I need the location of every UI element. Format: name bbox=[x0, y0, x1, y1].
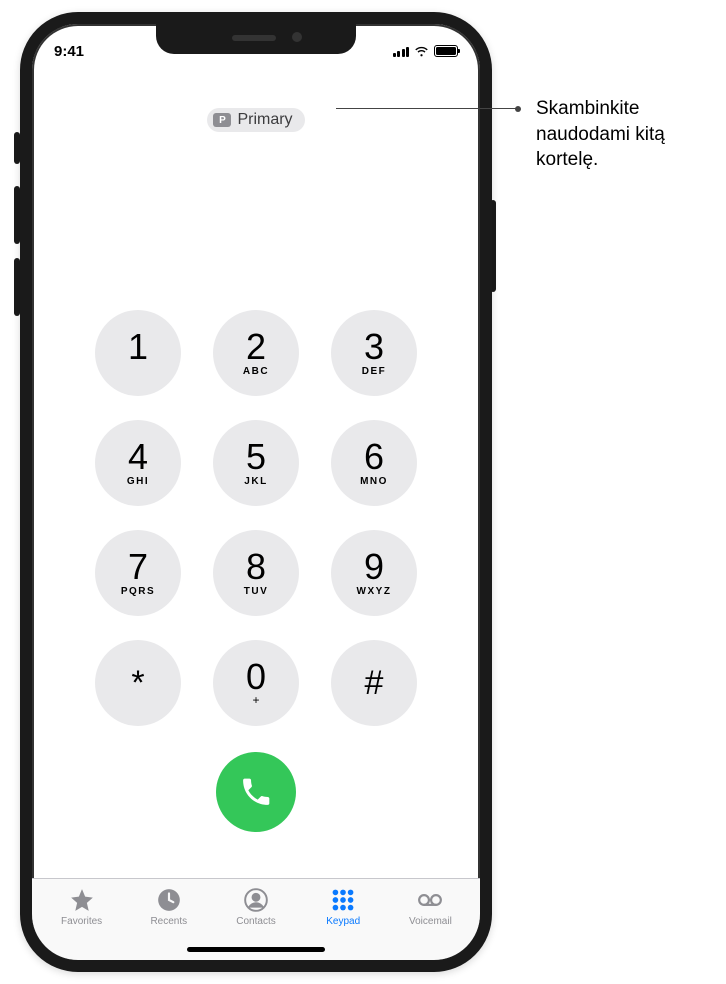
wifi-icon bbox=[414, 46, 429, 57]
phone-icon bbox=[239, 775, 273, 809]
sim-selector[interactable]: P Primary bbox=[207, 108, 304, 132]
battery-icon bbox=[434, 45, 458, 57]
key-8[interactable]: 8TUV bbox=[213, 530, 299, 616]
keypad: 1 2ABC 3DEF 4GHI 5JKL 6MNO 7PQRS 8TUV 9W… bbox=[32, 132, 480, 726]
contact-icon bbox=[243, 887, 269, 913]
sim-label: Primary bbox=[237, 111, 292, 129]
cellular-signal-icon bbox=[393, 46, 410, 57]
key-2[interactable]: 2ABC bbox=[213, 310, 299, 396]
key-4[interactable]: 4GHI bbox=[95, 420, 181, 506]
tab-favorites[interactable]: Favorites bbox=[38, 887, 125, 960]
call-button[interactable] bbox=[216, 752, 296, 832]
sim-badge-icon: P bbox=[213, 113, 231, 127]
key-6[interactable]: 6MNO bbox=[331, 420, 417, 506]
key-3[interactable]: 3DEF bbox=[331, 310, 417, 396]
callout-text: Skambinkite naudodami kitą kortelę. bbox=[536, 96, 724, 173]
key-9[interactable]: 9WXYZ bbox=[331, 530, 417, 616]
star-icon bbox=[69, 887, 95, 913]
notch bbox=[156, 24, 356, 54]
status-time: 9:41 bbox=[54, 43, 84, 60]
key-hash[interactable]: # bbox=[331, 640, 417, 726]
key-1[interactable]: 1 bbox=[95, 310, 181, 396]
key-7[interactable]: 7PQRS bbox=[95, 530, 181, 616]
clock-icon bbox=[156, 887, 182, 913]
key-5[interactable]: 5JKL bbox=[213, 420, 299, 506]
home-indicator[interactable] bbox=[187, 947, 325, 952]
keypad-icon bbox=[330, 887, 356, 913]
callout-line bbox=[336, 108, 518, 109]
tab-voicemail[interactable]: Voicemail bbox=[387, 887, 474, 960]
phone-frame: 9:41 P Primary 1 2ABC 3DEF 4GHI 5JKL 6MN… bbox=[20, 12, 492, 972]
tab-bar: Favorites Recents Contacts Keypad Voicem… bbox=[32, 878, 480, 960]
voicemail-icon bbox=[417, 887, 443, 913]
key-asterisk[interactable]: * bbox=[95, 640, 181, 726]
key-0[interactable]: 0+ bbox=[213, 640, 299, 726]
